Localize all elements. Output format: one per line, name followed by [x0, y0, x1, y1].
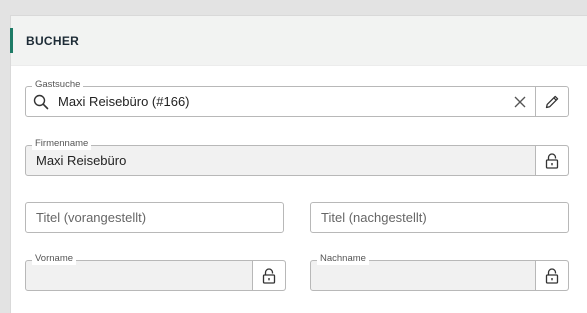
first-name-label: Vorname	[32, 253, 77, 265]
panel-title: BUCHER	[26, 34, 80, 48]
header-accent-bar	[10, 28, 13, 53]
pencil-icon	[544, 94, 560, 110]
last-name-field: Nachname	[310, 253, 569, 291]
first-name-field: Vorname	[25, 253, 286, 291]
first-name-lock-button[interactable]	[252, 261, 285, 290]
edit-guest-button[interactable]	[535, 87, 568, 116]
title-suffix-input[interactable]: Titel (nachgestellt)	[310, 202, 569, 233]
guest-search-field[interactable]: Gastsuche Maxi Reisebüro (#166)	[25, 79, 569, 117]
last-name-label: Nachname	[317, 253, 369, 265]
company-name-lock-button[interactable]	[535, 146, 568, 175]
company-name-value: Maxi Reisebüro	[36, 153, 127, 168]
title-prefix-input[interactable]: Titel (vorangestellt)	[25, 202, 284, 233]
clear-icon[interactable]	[514, 96, 526, 108]
search-icon	[33, 94, 49, 110]
company-name-field: Firmenname Maxi Reisebüro	[25, 138, 569, 176]
lock-icon	[545, 152, 559, 169]
last-name-lock-button[interactable]	[535, 261, 568, 290]
title-prefix-placeholder: Titel (vorangestellt)	[36, 210, 147, 225]
guest-search-input[interactable]: Maxi Reisebüro (#166)	[58, 87, 190, 116]
lock-icon	[262, 267, 276, 284]
panel-header: BUCHER	[10, 16, 587, 66]
lock-icon	[545, 267, 559, 284]
title-suffix-placeholder: Titel (nachgestellt)	[321, 210, 427, 225]
